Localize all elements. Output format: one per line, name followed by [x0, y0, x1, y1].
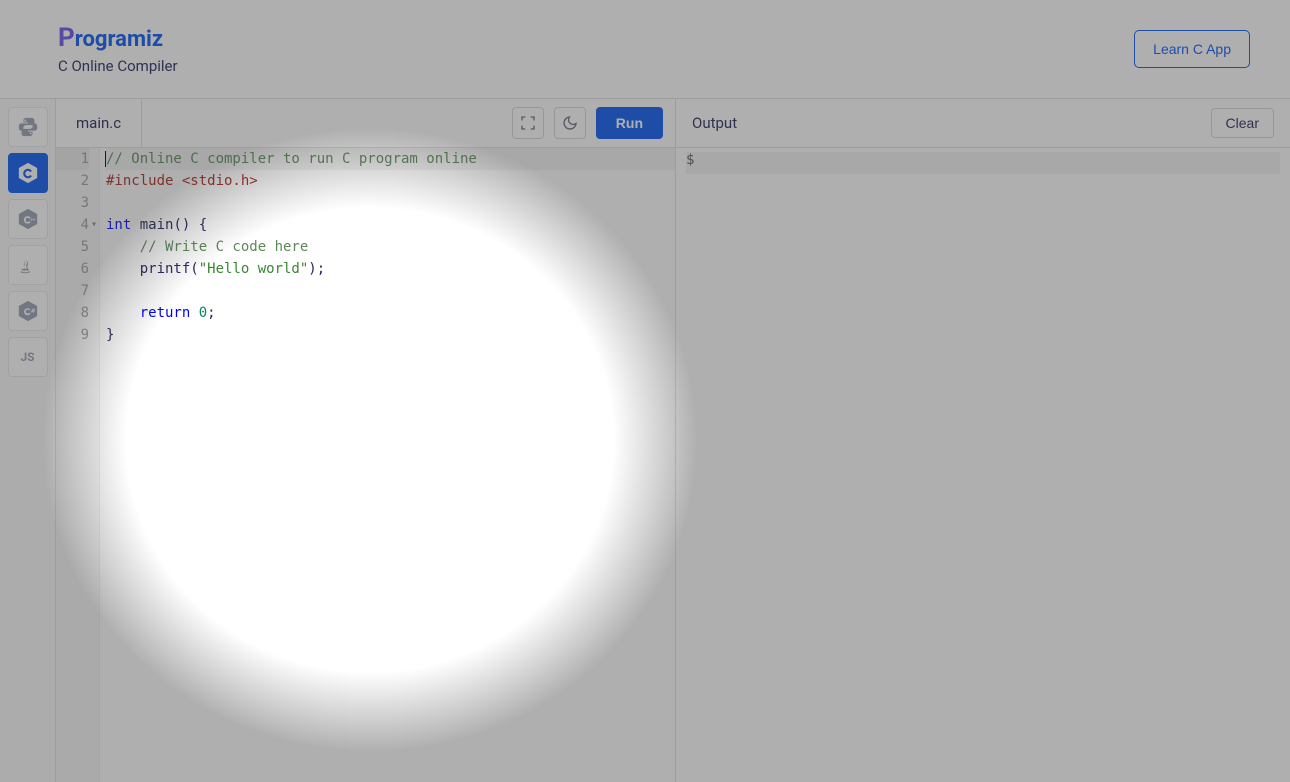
theme-toggle-button[interactable]: [554, 107, 586, 139]
code-token: <stdio.h>: [182, 173, 258, 189]
logo[interactable]: Programiz: [58, 23, 178, 53]
header: Programiz C Online Compiler Learn C App: [0, 0, 1290, 99]
file-tab-label: main.c: [76, 114, 121, 132]
code-token: #include: [106, 173, 182, 189]
line-number: 5: [56, 236, 89, 258]
code-line[interactable]: }: [106, 324, 675, 346]
code-line[interactable]: [106, 192, 675, 214]
fullscreen-button[interactable]: [512, 107, 544, 139]
code-token: 0: [199, 305, 207, 321]
line-number: 1: [56, 148, 89, 170]
line-number: 2: [56, 170, 89, 192]
output-prompt-line: $: [686, 152, 1280, 174]
main: JS main.c Run 1234▾56789 // Online C com…: [0, 99, 1290, 782]
c-icon: [17, 162, 39, 184]
code-token: [190, 305, 198, 321]
logo-text: rogramiz: [75, 27, 163, 52]
code-token: () {: [173, 217, 207, 233]
code-token: "Hello world": [199, 261, 309, 277]
code-content[interactable]: // Online C compiler to run C program on…: [100, 148, 675, 782]
code-token: printf(: [106, 261, 199, 277]
sidebar-item-python[interactable]: [8, 107, 48, 147]
code-line[interactable]: [106, 280, 675, 302]
editor-panel: main.c Run 1234▾56789 // Online C compil…: [56, 99, 676, 782]
output-header: Output Clear: [676, 99, 1290, 148]
code-line[interactable]: #include <stdio.h>: [106, 170, 675, 192]
line-number: 6: [56, 258, 89, 280]
sidebar-item-csharp[interactable]: [8, 291, 48, 331]
output-title: Output: [692, 114, 737, 132]
clear-button[interactable]: Clear: [1211, 108, 1274, 138]
output-body[interactable]: $: [676, 148, 1290, 782]
language-sidebar: JS: [0, 99, 56, 782]
code-line[interactable]: // Online C compiler to run C program on…: [106, 148, 675, 170]
output-panel: Output Clear $: [676, 99, 1290, 782]
line-number: 7: [56, 280, 89, 302]
code-token: int: [106, 217, 131, 233]
cpp-icon: [17, 208, 39, 230]
code-token: // Write C code here: [140, 239, 309, 255]
js-icon: JS: [20, 350, 34, 364]
run-button[interactable]: Run: [596, 107, 663, 139]
code-token: );: [308, 261, 325, 277]
line-number: 3: [56, 192, 89, 214]
java-icon: [17, 254, 39, 276]
code-token: [131, 217, 139, 233]
sidebar-item-js[interactable]: JS: [8, 337, 48, 377]
code-editor[interactable]: 1234▾56789 // Online C compiler to run C…: [56, 148, 675, 782]
code-line[interactable]: printf("Hello world");: [106, 258, 675, 280]
fullscreen-icon: [520, 115, 536, 131]
code-line[interactable]: // Write C code here: [106, 236, 675, 258]
logo-prefix: P: [58, 23, 75, 53]
code-token: ;: [207, 305, 215, 321]
header-left: Programiz C Online Compiler: [58, 23, 178, 75]
code-token: return: [140, 305, 191, 321]
csharp-icon: [17, 300, 39, 322]
code-token: }: [106, 327, 114, 343]
file-tab[interactable]: main.c: [56, 99, 142, 147]
page-subtitle: C Online Compiler: [58, 57, 178, 75]
line-number: 9: [56, 324, 89, 346]
sidebar-item-cpp[interactable]: [8, 199, 48, 239]
sidebar-item-java[interactable]: [8, 245, 48, 285]
code-token: // Online C compiler to run C program on…: [106, 151, 477, 167]
code-line[interactable]: return 0;: [106, 302, 675, 324]
output-prompt: $: [686, 152, 694, 168]
fold-marker-icon[interactable]: ▾: [91, 214, 97, 236]
code-token: [106, 239, 140, 255]
code-token: [106, 305, 140, 321]
python-icon: [17, 116, 39, 138]
sidebar-item-c[interactable]: [8, 153, 48, 193]
editor-header: main.c Run: [56, 99, 675, 148]
editor-actions: Run: [512, 107, 663, 139]
moon-icon: [562, 115, 578, 131]
line-number: 4▾: [56, 214, 89, 236]
code-token: main: [140, 217, 174, 233]
code-line[interactable]: int main() {: [106, 214, 675, 236]
learn-c-app-button[interactable]: Learn C App: [1134, 30, 1250, 68]
line-number-gutter: 1234▾56789: [56, 148, 100, 782]
line-number: 8: [56, 302, 89, 324]
